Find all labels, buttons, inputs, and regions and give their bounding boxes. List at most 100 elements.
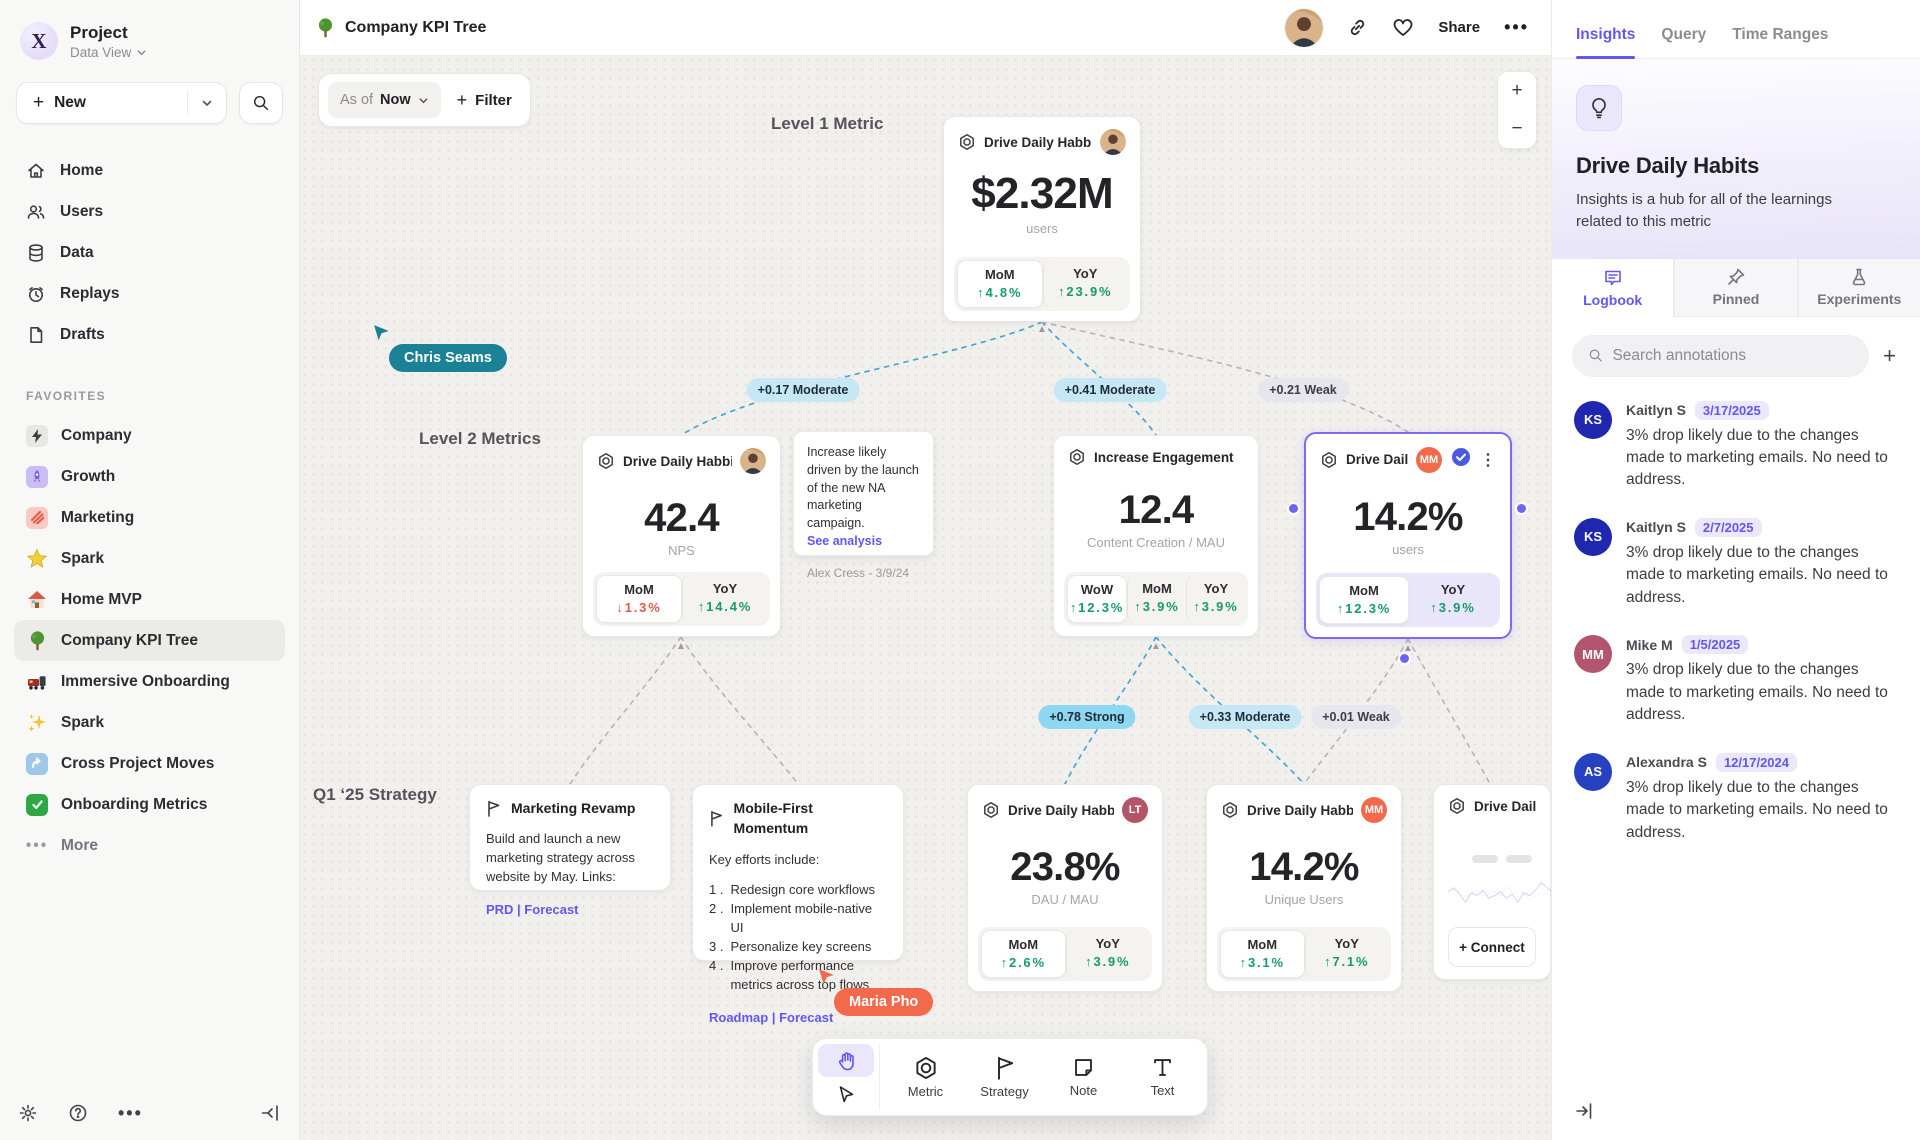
tab-query[interactable]: Query: [1661, 26, 1706, 58]
search-button[interactable]: [239, 82, 283, 124]
flask-icon: [1849, 267, 1869, 287]
selection-handle[interactable]: [1517, 504, 1526, 513]
stat-mom[interactable]: MoM ↓1.3%: [596, 575, 682, 623]
collapse-caret-icon[interactable]: ▲: [1151, 641, 1161, 652]
annotation-item[interactable]: KS Kaitlyn S 2/7/2025 3% drop likely due…: [1574, 518, 1898, 609]
sidebar-item-onboarding-metrics[interactable]: Onboarding Metrics: [14, 784, 285, 825]
text-tool-button[interactable]: Text: [1123, 1044, 1202, 1110]
subtab-experiments[interactable]: Experiments: [1798, 259, 1920, 317]
new-button[interactable]: + New: [16, 82, 227, 124]
stat-yoy[interactable]: YoY ↑14.4%: [682, 575, 767, 623]
project-switcher[interactable]: X Project Data View: [14, 18, 285, 78]
collapse-caret-icon[interactable]: ▲: [1403, 643, 1413, 654]
annotation-item[interactable]: MM Mike M 1/5/2025 3% drop likely due to…: [1574, 635, 1898, 726]
copy-link-icon[interactable]: [1347, 17, 1368, 38]
filter-button[interactable]: + Filter: [457, 90, 512, 111]
hand-tool-button[interactable]: [818, 1044, 874, 1077]
overflow-menu-icon[interactable]: •••: [1504, 17, 1529, 38]
tab-insights[interactable]: Insights: [1576, 26, 1635, 58]
annotation-item[interactable]: KS Kaitlyn S 3/17/2025 3% drop likely du…: [1574, 401, 1898, 492]
stat-wow[interactable]: WoW ↑12.3%: [1067, 575, 1127, 623]
collapse-panel-icon[interactable]: [1574, 1101, 1594, 1126]
settings-gear-icon[interactable]: [18, 1103, 38, 1123]
stat-mom[interactable]: MoM ↑12.3%: [1319, 576, 1409, 624]
strategy-tool-button[interactable]: Strategy: [965, 1044, 1044, 1110]
new-dropdown-chevron[interactable]: [187, 91, 226, 115]
stat-yoy[interactable]: YoY ↑23.9%: [1043, 260, 1128, 308]
favorite-heart-icon[interactable]: [1392, 17, 1414, 38]
sidebar-item-replays[interactable]: Replays: [14, 273, 285, 314]
edge-label: +0.01 Weak: [1311, 705, 1401, 729]
help-icon[interactable]: [68, 1103, 88, 1123]
annotation-date: 1/5/2025: [1682, 635, 1749, 654]
sidebar-item-data[interactable]: Data: [14, 232, 285, 273]
metric-card-increase-engagement[interactable]: Increase Engagement 12.4 Content Creatio…: [1053, 435, 1259, 637]
note-author: Alex Cress - 3/9/24: [807, 565, 920, 582]
sidebar-item-growth[interactable]: Growth: [14, 456, 285, 497]
collapse-sidebar-icon[interactable]: [261, 1103, 281, 1123]
annotation-search[interactable]: [1572, 335, 1869, 377]
sidebar-item-company[interactable]: Company: [14, 415, 285, 456]
zoom-out-button[interactable]: −: [1498, 110, 1536, 148]
note-tool-button[interactable]: Note: [1044, 1044, 1123, 1110]
stat-mom[interactable]: MoM ↑3.1%: [1220, 930, 1305, 978]
metric-tool-button[interactable]: Metric: [886, 1044, 965, 1110]
see-analysis-link[interactable]: See analysis: [807, 533, 920, 551]
select-tool-button[interactable]: [818, 1077, 874, 1110]
selection-handle[interactable]: [1400, 654, 1409, 663]
stat-yoy[interactable]: YoY ↑3.9%: [1186, 575, 1245, 623]
sidebar-item-company-kpi-tree[interactable]: Company KPI Tree: [14, 620, 285, 661]
selection-handle[interactable]: [1289, 504, 1298, 513]
metric-card-dau-mau[interactable]: Drive Daily Habbits LT 23.8% DAU / MAU M…: [967, 784, 1163, 992]
lightning-icon: [26, 425, 48, 447]
sidebar-item-spark-2[interactable]: Spark: [14, 702, 285, 743]
stat-yoy[interactable]: YoY ↑3.9%: [1066, 930, 1150, 978]
subtab-logbook[interactable]: Logbook: [1552, 259, 1674, 317]
insights-panel: Insights Query Time Ranges Drive Daily H…: [1551, 0, 1920, 1140]
connect-button[interactable]: + Connect: [1448, 927, 1536, 967]
sidebar-item-home-mvp[interactable]: Home MVP: [14, 579, 285, 620]
sidebar-item-drafts[interactable]: Drafts: [14, 314, 285, 355]
sidebar-item-spark[interactable]: Spark: [14, 538, 285, 579]
more-options-icon[interactable]: •••: [118, 1103, 143, 1124]
collapse-caret-icon[interactable]: ▲: [1037, 324, 1047, 335]
subtab-pinned[interactable]: Pinned: [1674, 259, 1797, 317]
stat-yoy[interactable]: YoY ↑3.9%: [1409, 576, 1497, 624]
stat-mom[interactable]: MoM ↑4.8%: [957, 260, 1043, 308]
strategy-card-marketing-revamp[interactable]: Marketing Revamp Build and launch a new …: [469, 784, 671, 891]
add-annotation-button[interactable]: +: [1883, 343, 1900, 369]
kpi-canvas[interactable]: As of Now + Filter + − Level 1 Metric Le…: [300, 56, 1551, 1140]
share-button[interactable]: Share: [1438, 19, 1480, 36]
metric-unit: DAU / MAU: [982, 892, 1148, 907]
sidebar-item-more[interactable]: ••• More: [14, 825, 285, 866]
strategy-links[interactable]: PRD | Forecast: [486, 901, 654, 920]
metric-card-drive-daily-habbits-nps[interactable]: Drive Daily Habbits 42.4 NPS MoM ↓1.3% Y…: [582, 435, 781, 637]
sidebar-item-cross-project-moves[interactable]: Cross Project Moves: [14, 743, 285, 784]
card-title: Drive Daily Habbits: [1008, 803, 1114, 818]
as-of-dropdown[interactable]: As of Now: [328, 82, 441, 118]
sidebar-item-home[interactable]: Home: [14, 150, 285, 191]
topbar: Company KPI Tree Share •••: [300, 0, 1551, 56]
annotation-note[interactable]: Increase likely driven by the launch of …: [793, 431, 934, 556]
sidebar-item-users[interactable]: Users: [14, 191, 285, 232]
stat-mom[interactable]: MoM ↑2.6%: [981, 930, 1066, 978]
tab-time-ranges[interactable]: Time Ranges: [1732, 26, 1828, 58]
annotation-item[interactable]: AS Alexandra S 12/17/2024 3% drop likely…: [1574, 753, 1898, 844]
sidebar-item-immersive-onboarding[interactable]: Immersive Onboarding: [14, 661, 285, 702]
metric-card-unique-users[interactable]: Drive Daily Habbits MM 14.2% Unique User…: [1206, 784, 1402, 992]
metric-card-drive-daily-habbits-l1[interactable]: Drive Daily Habbits $2.32M users MoM ↑4.…: [943, 116, 1141, 322]
project-subtitle[interactable]: Data View: [70, 45, 147, 60]
strategy-card-mobile-first-momentum[interactable]: Mobile-First Momentum Key efforts includ…: [692, 784, 904, 961]
collapse-caret-icon[interactable]: ▲: [676, 641, 686, 652]
kebab-menu-icon[interactable]: ⋮: [1480, 450, 1496, 470]
annotation-body: 3% drop likely due to the changes made t…: [1626, 542, 1898, 609]
zoom-in-button[interactable]: +: [1498, 72, 1536, 110]
metric-card-drive-daily-habbits-selected[interactable]: Drive Daily Habb.. MM ⋮ 14.2% users MoM …: [1304, 432, 1512, 639]
sidebar-item-marketing[interactable]: Marketing: [14, 497, 285, 538]
sidebar: X Project Data View + New: [0, 0, 300, 1140]
stat-mom[interactable]: MoM ↑3.9%: [1127, 575, 1186, 623]
metric-card-ghost[interactable]: Drive Daily Hab + Connect: [1433, 784, 1551, 980]
stat-yoy[interactable]: YoY ↑7.1%: [1305, 930, 1389, 978]
user-avatar[interactable]: [1285, 9, 1323, 47]
annotation-search-input[interactable]: [1612, 347, 1853, 365]
